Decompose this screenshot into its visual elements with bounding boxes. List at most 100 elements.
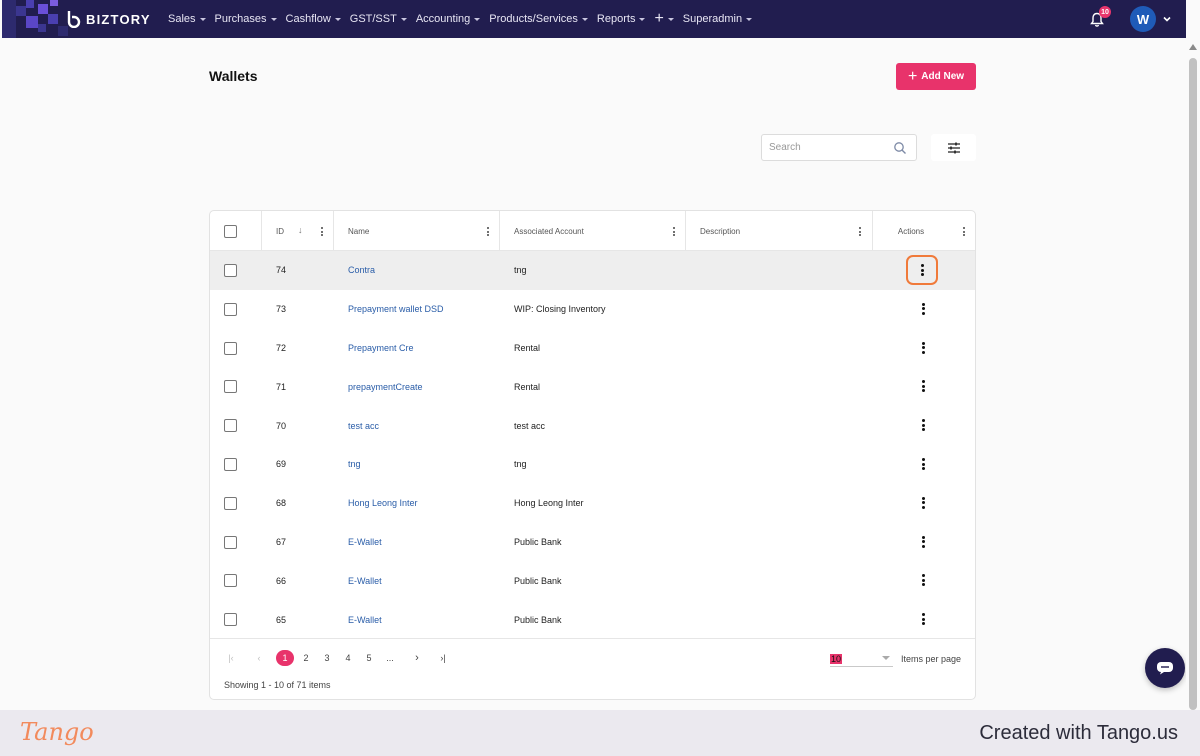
- table-row[interactable]: 70 test acc test acc: [210, 406, 975, 445]
- table-row[interactable]: 68 Hong Leong Inter Hong Leong Inter: [210, 484, 975, 523]
- chevron-down-icon[interactable]: [1162, 14, 1172, 24]
- nav-gst-sst[interactable]: GST/SST: [350, 13, 407, 25]
- row-actions-button[interactable]: [907, 604, 939, 634]
- chevron-down-icon: [667, 17, 674, 21]
- row-actions-button[interactable]: [907, 527, 939, 557]
- nav-purchases[interactable]: Purchases: [215, 13, 277, 25]
- row-name-link[interactable]: prepaymentCreate: [348, 367, 423, 406]
- column-header-associated-account[interactable]: Associated Account: [514, 211, 584, 251]
- table-row[interactable]: 73 Prepayment wallet DSD WIP: Closing In…: [210, 290, 975, 329]
- chevron-down-icon: [270, 17, 277, 21]
- row-name-link[interactable]: Prepayment wallet DSD: [348, 290, 444, 329]
- row-name-link[interactable]: Contra: [348, 251, 375, 290]
- row-name-link[interactable]: E-Wallet: [348, 600, 382, 639]
- page-button-5[interactable]: 5: [362, 650, 376, 666]
- row-checkbox[interactable]: [224, 419, 237, 433]
- scrollbar-thumb[interactable]: [1189, 58, 1197, 710]
- column-header-id[interactable]: ID: [276, 211, 284, 251]
- row-id: 74: [276, 265, 287, 276]
- column-divider: [685, 211, 686, 251]
- chevron-down-icon: [882, 656, 890, 660]
- row-name-link[interactable]: E-Wallet: [348, 523, 382, 562]
- column-menu-icon[interactable]: [963, 227, 966, 236]
- more-vertical-icon: [921, 379, 925, 394]
- row-checkbox[interactable]: [224, 458, 237, 471]
- nav-products-services[interactable]: Products/Services: [489, 13, 588, 25]
- first-page-icon[interactable]: |‹: [224, 650, 238, 666]
- row-checkbox[interactable]: [224, 302, 237, 316]
- notifications-button[interactable]: 10: [1090, 6, 1111, 28]
- vertical-scrollbar[interactable]: [1186, 38, 1200, 710]
- nav-superadmin[interactable]: Superadmin: [682, 13, 753, 25]
- previous-page-icon[interactable]: ‹: [252, 650, 266, 666]
- table-row[interactable]: 69 tng tng: [210, 445, 975, 484]
- row-id: 67: [276, 536, 287, 547]
- column-menu-icon[interactable]: [673, 227, 676, 236]
- column-filter-button[interactable]: [931, 134, 976, 161]
- row-name-link[interactable]: Prepayment Cre: [348, 329, 414, 368]
- table-row[interactable]: 71 prepaymentCreate Rental: [210, 367, 975, 406]
- table-row[interactable]: 65 E-Wallet Public Bank: [210, 600, 975, 639]
- row-checkbox[interactable]: [224, 341, 237, 355]
- row-actions-button[interactable]: [907, 371, 939, 401]
- nav-sales[interactable]: Sales: [168, 13, 206, 25]
- page-button-2[interactable]: 2: [299, 650, 313, 666]
- row-actions-button[interactable]: [907, 449, 939, 479]
- row-name-link[interactable]: E-Wallet: [348, 561, 382, 600]
- column-menu-icon[interactable]: [321, 227, 324, 236]
- column-header-description[interactable]: Description: [700, 211, 740, 251]
- page-button-more[interactable]: ...: [382, 650, 398, 666]
- column-menu-icon[interactable]: [859, 227, 862, 236]
- nav-accounting[interactable]: Accounting: [416, 13, 481, 25]
- row-actions-button[interactable]: [907, 410, 939, 440]
- row-checkbox[interactable]: [224, 264, 237, 277]
- row-checkbox[interactable]: [224, 535, 237, 549]
- next-page-icon[interactable]: ›: [410, 650, 424, 666]
- column-header-id-label: ID: [276, 226, 284, 236]
- row-actions-button[interactable]: [907, 488, 939, 518]
- nav-superadmin-label: Superadmin: [682, 13, 743, 25]
- column-menu-icon[interactable]: [487, 227, 490, 236]
- table-row[interactable]: 74 Contra tng: [210, 251, 975, 290]
- row-associated-account: WIP: Closing Inventory: [514, 304, 606, 315]
- row-checkbox[interactable]: [224, 496, 237, 510]
- row-name-link[interactable]: test acc: [348, 406, 379, 445]
- row-actions-button[interactable]: [907, 333, 939, 363]
- last-page-icon[interactable]: ›|: [436, 650, 450, 666]
- table-row[interactable]: 72 Prepayment Cre Rental: [210, 329, 975, 368]
- row-actions-button[interactable]: [907, 565, 939, 595]
- chevron-down-icon: [746, 17, 753, 21]
- row-checkbox[interactable]: [224, 380, 237, 394]
- user-avatar[interactable]: W: [1130, 6, 1156, 32]
- page-button-1[interactable]: 1: [276, 650, 294, 666]
- row-actions-button[interactable]: [906, 255, 938, 285]
- items-per-page-select[interactable]: 10: [830, 651, 893, 667]
- table-row[interactable]: 67 E-Wallet Public Bank: [210, 523, 975, 562]
- nav-cashflow-label: Cashflow: [285, 13, 331, 25]
- table-row[interactable]: 66 E-Wallet Public Bank: [210, 561, 975, 600]
- search-icon[interactable]: [893, 141, 907, 155]
- brand[interactable]: BIZTORY: [2, 0, 162, 38]
- row-name-link[interactable]: tng: [348, 445, 361, 484]
- column-header-description-label: Description: [700, 226, 741, 236]
- more-vertical-icon: [920, 263, 924, 278]
- chat-support-button[interactable]: [1145, 648, 1185, 688]
- row-checkbox[interactable]: [224, 613, 237, 627]
- row-name-link[interactable]: Hong Leong Inter: [348, 484, 418, 523]
- row-actions-button[interactable]: [907, 294, 939, 324]
- row-associated-account: Public Bank: [514, 614, 562, 625]
- nav-right: 10 W: [1090, 6, 1186, 32]
- page-button-3[interactable]: 3: [320, 650, 334, 666]
- page-button-4[interactable]: 4: [341, 650, 355, 666]
- sort-arrow-down-icon[interactable]: ↓: [298, 225, 303, 235]
- nav-reports[interactable]: Reports: [597, 13, 646, 25]
- nav-cashflow[interactable]: Cashflow: [286, 13, 341, 25]
- nav-quick-create[interactable]: +: [654, 11, 674, 27]
- chevron-down-icon: [199, 17, 206, 21]
- add-new-button[interactable]: + Add New: [896, 63, 976, 90]
- row-checkbox[interactable]: [224, 574, 237, 588]
- scroll-up-arrow-icon[interactable]: [1189, 44, 1197, 50]
- column-header-name[interactable]: Name: [348, 211, 369, 251]
- search-input[interactable]: [769, 142, 889, 153]
- select-all-checkbox[interactable]: [224, 225, 237, 238]
